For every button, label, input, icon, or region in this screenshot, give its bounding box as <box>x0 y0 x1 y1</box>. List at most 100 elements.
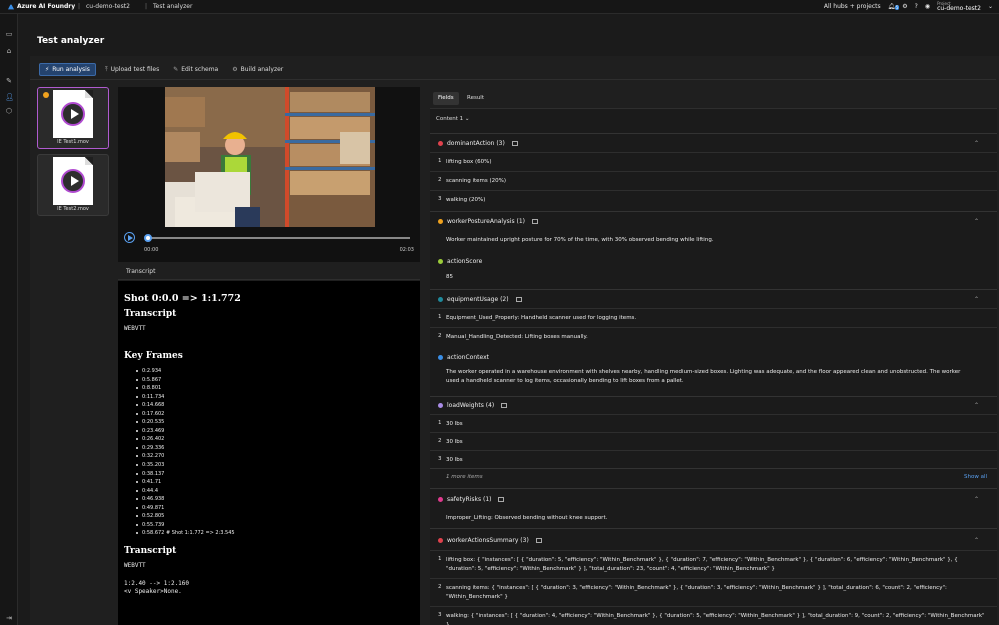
home-icon[interactable]: ⌂ <box>5 47 13 55</box>
field-header-safety-risks[interactable]: safetyRisks (1) <box>438 496 505 503</box>
list-item: 1 lifting box (60%) <box>430 152 997 171</box>
page-title: Test analyzer <box>37 36 105 46</box>
field-name: safetyRisks (1) <box>447 496 492 503</box>
play-button[interactable] <box>124 232 135 243</box>
field-value: Manual_Handling_Detected: Lifting boxes … <box>446 334 588 340</box>
field-header-dominant-action[interactable]: dominantAction (3) <box>438 140 518 147</box>
table-icon <box>531 219 538 224</box>
edit-schema-button[interactable]: ✎ Edit schema <box>168 63 223 76</box>
table-icon <box>501 403 508 408</box>
keyframe-item: 0:38.137 <box>136 470 414 479</box>
field-value: 30 lbs <box>446 439 463 445</box>
chevron-up-icon[interactable]: ⌃ <box>974 537 979 544</box>
tab-result[interactable]: Result <box>462 92 489 105</box>
table-icon <box>498 497 505 502</box>
time-total: 02:03 <box>399 247 414 253</box>
video-player: 00:00 02:03 <box>118 87 420 262</box>
chevron-down-icon[interactable]: ⌄ <box>988 3 993 10</box>
table-icon <box>511 141 518 146</box>
settings-icon[interactable]: ⚙ <box>902 3 907 10</box>
show-all-link[interactable]: Show all <box>964 474 987 480</box>
project-value: cu-demo-test2 <box>937 5 981 12</box>
video-file-icon <box>53 90 93 138</box>
video-file-icon <box>53 157 93 205</box>
edit-icon: ✎ <box>173 66 179 73</box>
seek-bar[interactable] <box>146 237 410 239</box>
run-analysis-label: Run analysis <box>52 66 90 73</box>
keyframe-item: 0:23.469 <box>136 427 414 436</box>
keyframe-item: 0:26.402 <box>136 435 414 444</box>
file-card[interactable]: IE Test2.mov <box>37 154 109 216</box>
field-name: actionScore <box>447 258 483 265</box>
list-item: 3 30 lbs <box>430 450 997 468</box>
list-item: 1 Equipment_Used_Properly: Handheld scann… <box>430 308 997 327</box>
file-name: IE Test2.mov <box>57 206 89 212</box>
field-name: dominantAction (3) <box>447 140 505 147</box>
field-header-equipment-usage[interactable]: equipmentUsage (2) <box>438 296 522 303</box>
content-selector[interactable]: Content 1 ⌄ <box>436 116 469 122</box>
field-header-load-weights[interactable]: loadWeights (4) <box>438 402 508 409</box>
notifications[interactable]: 🔔︎ 5 <box>888 3 900 10</box>
field-header-action-score[interactable]: actionScore <box>438 258 482 265</box>
section-divider <box>430 133 997 134</box>
table-icon <box>515 297 522 302</box>
project-selector[interactable]: Project cu-demo-test2 <box>937 1 981 12</box>
brand[interactable]: Azure AI Foundry <box>8 3 75 10</box>
section-divider <box>430 528 997 529</box>
panel-toggle-icon[interactable]: ▭ <box>5 30 13 38</box>
keyframe-item: 0:5.867 <box>136 376 414 385</box>
file-card[interactable]: IE Test1.mov <box>37 87 109 149</box>
transcript-tab[interactable]: Transcript <box>118 262 420 280</box>
sign-out-icon[interactable]: ⇥ <box>5 614 13 622</box>
left-nav: ▭ ⌂ ✎ 👤︎ ⬡ ⇥ <box>0 14 18 625</box>
keyframe-item: 0:58.672 # Shot 1:1.772 => 2:3.545 <box>136 529 414 538</box>
tab-fields[interactable]: Fields <box>433 92 459 105</box>
keyframe-item: 0:49.871 <box>136 504 414 513</box>
field-value: walking: { "instances": [ { "duration": … <box>446 613 985 625</box>
video-frame[interactable] <box>165 87 375 227</box>
field-name: loadWeights (4) <box>447 402 495 409</box>
cue-text: 1:2.40 --> 1:2.160 <v Speaker>None. <box>124 579 190 595</box>
tools-icon[interactable]: ✎ <box>5 77 13 85</box>
seek-handle[interactable] <box>144 234 152 242</box>
field-color-dot <box>438 538 443 543</box>
keyframe-item: 0:14.668 <box>136 401 414 410</box>
keyframe-item: 0:11.734 <box>136 393 414 402</box>
field-value: walking (20%) <box>446 197 486 203</box>
chevron-up-icon[interactable]: ⌃ <box>974 296 979 303</box>
list-item: 2 Manual_Handling_Detected: Lifting boxes… <box>430 327 997 346</box>
field-header-action-context[interactable]: actionContext <box>438 354 489 361</box>
azure-logo-icon <box>8 4 14 9</box>
chevron-up-icon[interactable]: ⌃ <box>974 218 979 225</box>
field-color-dot <box>438 403 443 408</box>
chevron-up-icon[interactable]: ⌃ <box>974 496 979 503</box>
chevron-up-icon[interactable]: ⌃ <box>974 402 979 409</box>
field-header-worker-posture[interactable]: workerPostureAnalysis (1) <box>438 218 538 225</box>
keyframe-item: 0:29.336 <box>136 444 414 453</box>
field-value: Worker maintained upright posture for 70… <box>446 237 714 243</box>
field-header-worker-actions-summary[interactable]: workerActionsSummary (3) <box>438 537 542 544</box>
topbar-right: All hubs + projects 🔔︎ 5 ⚙ ? ◉ Project c… <box>824 1 993 12</box>
avatar-icon[interactable]: ◉ <box>925 3 930 10</box>
field-color-dot <box>438 297 443 302</box>
shot-heading: Shot 0:0.0 => 1:1.772 <box>124 293 241 304</box>
upload-icon: ⤒ <box>104 65 108 73</box>
breadcrumb-project[interactable]: cu-demo-test2 <box>86 3 130 10</box>
run-icon: ⚡ <box>45 66 50 73</box>
users-icon[interactable]: 👤︎ <box>5 93 14 101</box>
chevron-up-icon[interactable]: ⌃ <box>974 140 979 147</box>
build-analyzer-button[interactable]: ⚙ Build analyzer <box>227 63 288 76</box>
field-name: equipmentUsage (2) <box>447 296 509 303</box>
help-icon[interactable]: ? <box>915 3 918 10</box>
transcript-heading: Transcript <box>124 309 177 319</box>
field-color-dot <box>438 259 443 264</box>
breadcrumb-page[interactable]: Test analyzer <box>153 3 192 10</box>
models-icon[interactable]: ⬡ <box>5 107 13 115</box>
field-value: lifting box (60%) <box>446 159 492 165</box>
transcript-content[interactable]: Shot 0:0.0 => 1:1.772 Transcript WEBVTT … <box>118 281 420 625</box>
file-name: IE Test1.mov <box>57 139 89 145</box>
upload-test-files-button[interactable]: ⤒ Upload test files <box>100 63 164 76</box>
keyframe-item: 0:32.270 <box>136 452 414 461</box>
hubs-link[interactable]: All hubs + projects <box>824 3 881 10</box>
run-analysis-button[interactable]: ⚡ Run analysis <box>39 63 96 76</box>
